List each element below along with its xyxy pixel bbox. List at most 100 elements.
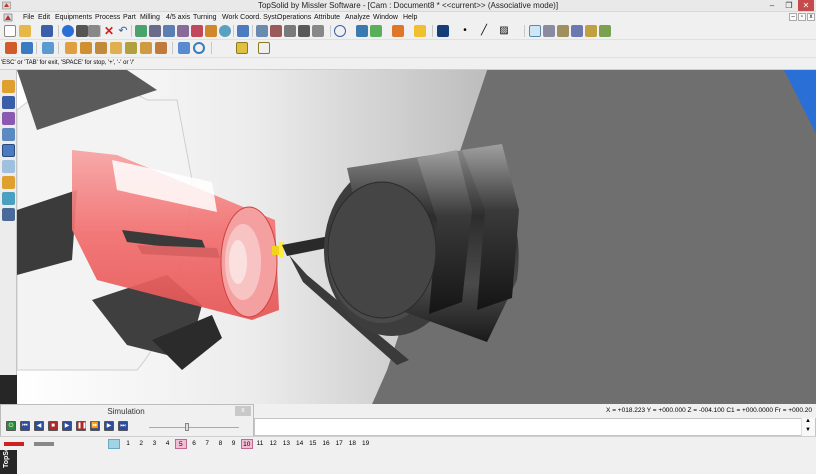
sim-play-button[interactable]: ▶ [62,421,72,431]
layer-13[interactable]: 13 [280,439,292,449]
document-icon[interactable] [3,13,13,22]
redraw-icon[interactable] [135,25,147,37]
layer-11[interactable]: 11 [254,439,266,449]
doc-tree-icon[interactable] [557,25,569,37]
zoom-icon[interactable] [334,25,346,37]
cam-viewport[interactable] [17,70,816,404]
measure-icon[interactable] [256,25,268,37]
cam-module-icon[interactable] [2,144,15,157]
milling-op-icon[interactable] [178,42,190,54]
menu-milling[interactable]: Milling [140,12,160,23]
menu-window[interactable]: Window [373,12,398,23]
part-design-icon[interactable] [2,96,15,109]
sim-first-button[interactable]: ⏮ [20,421,30,431]
print-icon[interactable] [76,25,88,37]
shading-icon[interactable] [392,25,404,37]
tools-icon[interactable] [205,25,217,37]
select-mode-icon[interactable] [529,25,541,37]
machining-icon[interactable] [5,42,17,54]
cursor-icon[interactable] [543,25,555,37]
cut-icon[interactable] [270,25,282,37]
menu-4-5-axis[interactable]: 4/5 axis [166,12,190,23]
zoom-window-icon[interactable] [356,25,368,37]
delete-icon[interactable]: ✕ [103,25,115,37]
draft-module-icon[interactable] [2,208,15,221]
maximize-button[interactable]: ❐ [781,0,797,11]
message-scrollbar[interactable]: ▲ ▼ [801,418,815,436]
menu-equipments[interactable]: Equipments [55,12,92,23]
drilling-icon[interactable] [140,42,152,54]
color-picker-icon[interactable] [437,25,449,37]
layer-18[interactable]: 18 [346,439,358,449]
simulation-speed-track[interactable] [149,427,239,428]
properties-icon[interactable] [571,25,583,37]
print-preview-icon[interactable] [88,25,100,37]
simulation-speed-thumb[interactable] [185,423,189,431]
sim-stop-button[interactable]: ■ [48,421,58,431]
contour-icon[interactable] [193,42,205,54]
nc-file-icon[interactable] [236,42,248,54]
layer-17[interactable]: 17 [333,439,345,449]
turning-module-icon[interactable] [2,160,15,173]
sim-pause-button[interactable]: ❚❚ [76,421,87,431]
layer-1[interactable]: 1 [122,439,134,449]
menu-turning[interactable]: Turning [193,12,216,23]
line-style-icon[interactable]: ╱ [478,25,490,37]
boring-icon[interactable] [155,42,167,54]
menu-attribute[interactable]: Attribute [314,12,340,23]
info-icon[interactable] [62,25,74,37]
roughing-icon[interactable] [80,42,92,54]
sim-step-back-button[interactable]: ◀ [34,421,44,431]
light-icon[interactable] [414,25,426,37]
menu-file[interactable]: File [23,12,34,23]
filter-icon[interactable] [163,25,175,37]
mold-module-icon[interactable] [2,192,15,205]
layer-15[interactable]: 15 [307,439,319,449]
simulation-close-button[interactable]: x [235,406,251,416]
repair-icon[interactable] [191,25,203,37]
layer-8[interactable]: 8 [214,439,226,449]
menu-help[interactable]: Help [403,12,417,23]
check-icon[interactable] [298,25,310,37]
sim-power-button[interactable]: ⏻ [6,421,16,431]
layer-4[interactable]: 4 [162,439,174,449]
new-file-icon[interactable] [4,25,16,37]
menu-analyze[interactable]: Analyze [345,12,370,23]
stock-icon[interactable] [42,42,54,54]
threading-icon[interactable] [125,42,137,54]
scroll-down-icon[interactable]: ▼ [805,427,811,433]
layer-visibility-toggle[interactable] [108,439,120,449]
finishing-icon[interactable] [95,42,107,54]
menu-operations[interactable]: Operations [277,12,311,23]
layer-14[interactable]: 14 [294,439,306,449]
layer-9[interactable]: 9 [228,439,240,449]
layer-5[interactable]: 5 [174,439,187,449]
view-icon[interactable] [370,25,382,37]
pick-icon[interactable] [237,25,249,37]
mdi-minimize-button[interactable]: – [789,13,797,21]
notes-icon[interactable] [585,25,597,37]
sim-last-button[interactable]: ⏭ [118,421,128,431]
groups-icon[interactable] [177,25,189,37]
current-color-swatch[interactable] [4,442,54,446]
shape-icon[interactable] [2,112,15,125]
text-style-icon[interactable] [312,25,324,37]
layers-icon[interactable] [149,25,161,37]
point-style-icon[interactable]: • [459,25,471,37]
minimize-button[interactable]: – [764,0,780,11]
hatch-style-icon[interactable]: ▨ [498,25,510,37]
menu-process[interactable]: Process [95,12,120,23]
sketch-icon[interactable] [2,80,15,93]
layer-7[interactable]: 7 [201,439,213,449]
layer-3[interactable]: 3 [148,439,160,449]
close-button[interactable]: ✕ [798,0,814,11]
wire-module-icon[interactable] [2,176,15,189]
grooving-icon[interactable] [110,42,122,54]
assembly-icon[interactable] [2,128,15,141]
report-icon[interactable] [258,42,270,54]
undo-icon[interactable]: ↶ [117,25,129,37]
layer-16[interactable]: 16 [320,439,332,449]
message-area[interactable] [254,418,816,436]
menu-work-coord-syst[interactable]: Work Coord. Syst. [222,12,279,23]
layer-10[interactable]: 10 [240,439,253,449]
